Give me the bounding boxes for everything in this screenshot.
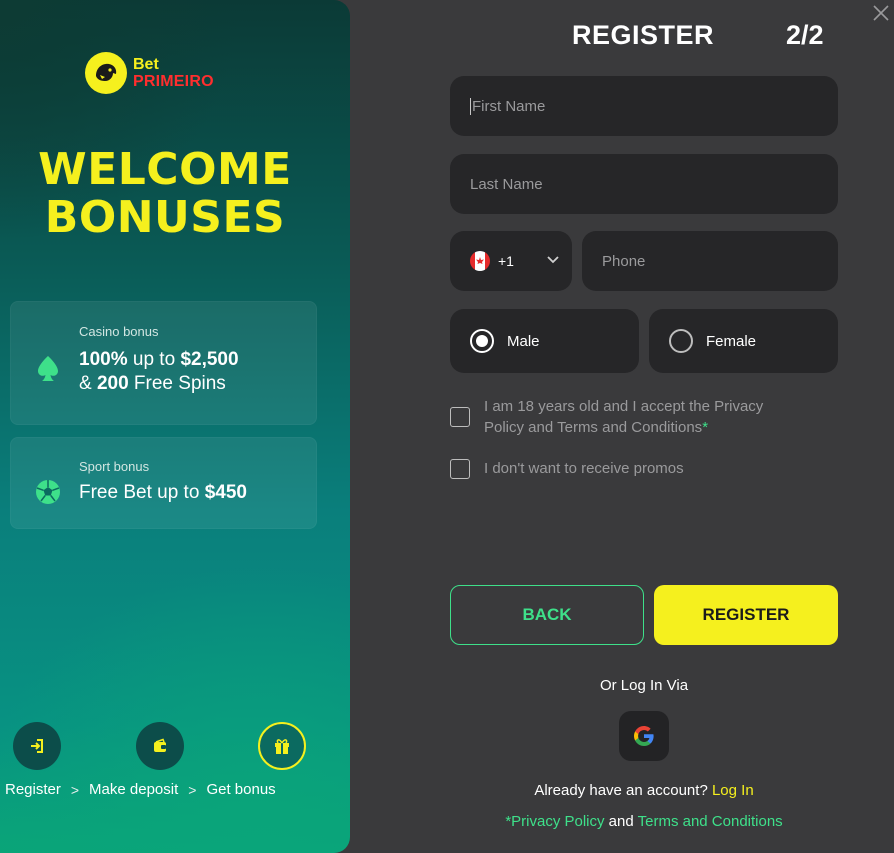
casino-bonus-percent: 100% xyxy=(79,349,128,370)
welcome-headline-line1: WELCOME xyxy=(38,144,292,195)
casino-bonus-offer: 100% up to $2,500 & 200 Free Spins xyxy=(79,348,239,396)
terms-checkbox-row: I am 18 years old and I accept the Priva… xyxy=(450,396,800,438)
panther-logo-icon xyxy=(85,52,127,94)
sport-bonus-caption: Sport bonus xyxy=(79,459,150,474)
promos-checkbox[interactable] xyxy=(450,459,470,479)
casino-bonus-card: Casino bonus 100% up to $2,500 & 200 Fre… xyxy=(10,301,317,425)
login-link[interactable]: Log In xyxy=(712,782,754,799)
casino-bonus-amount: $2,500 xyxy=(180,349,239,370)
terms-checkbox[interactable] xyxy=(450,407,470,427)
phone-field[interactable]: Phone xyxy=(582,231,838,291)
casino-bonus-caption: Casino bonus xyxy=(79,324,159,339)
terms-label: I am 18 years old and I accept the Priva… xyxy=(484,396,800,438)
sport-bonus-prefix: Free Bet up to xyxy=(79,482,205,503)
gender-female-option[interactable]: Female xyxy=(649,309,838,373)
welcome-headline-line2: BONUSES xyxy=(44,192,286,243)
form-step-indicator: 2/2 xyxy=(786,20,824,50)
required-mark: * xyxy=(702,419,709,436)
logo-bet-text: Bet xyxy=(133,56,159,73)
promo-panel: Bet PRIMEIRO WELCOME BONUSES Casino bonu… xyxy=(0,0,350,853)
country-code-select[interactable]: +1 xyxy=(450,231,572,291)
step-label-register: Register xyxy=(5,781,61,798)
step-separator: > xyxy=(70,781,80,798)
casino-bonus-spins-count: 200 xyxy=(96,373,129,394)
gender-male-label: Male xyxy=(507,332,540,350)
legal-links: *Privacy Policy and Terms and Conditions xyxy=(450,813,838,830)
step-label-bonus: Get bonus xyxy=(206,781,276,798)
sport-bonus-offer: Free Bet up to $450 xyxy=(79,481,247,505)
soccer-ball-icon xyxy=(35,479,61,510)
sport-bonus-card: Sport bonus Free Bet up to $450 xyxy=(10,437,317,529)
or-login-via-text: Or Log In Via xyxy=(599,677,689,694)
casino-bonus-spins-label: Free Spins xyxy=(128,373,226,394)
google-login-button[interactable] xyxy=(619,711,669,761)
legal-and-text: and xyxy=(604,813,638,830)
gender-male-option[interactable]: Male xyxy=(450,309,639,373)
casino-bonus-and: & xyxy=(79,373,97,394)
terms-conditions-link[interactable]: Terms and Conditions xyxy=(638,813,783,830)
gift-icon xyxy=(258,722,306,770)
back-button[interactable]: BACK xyxy=(450,585,644,645)
text-cursor xyxy=(470,97,471,115)
promos-checkbox-row: I don't want to receive promos xyxy=(450,458,684,479)
chevron-down-icon[interactable] xyxy=(546,253,560,270)
step-label-deposit: Make deposit xyxy=(89,781,179,798)
last-name-field[interactable]: Last Name xyxy=(450,154,838,214)
spade-icon xyxy=(35,354,61,387)
last-name-placeholder: Last Name xyxy=(470,175,543,193)
close-icon[interactable] xyxy=(870,2,892,29)
phone-placeholder: Phone xyxy=(602,252,646,270)
brand-logo[interactable]: Bet PRIMEIRO xyxy=(85,52,214,94)
canada-flag-icon xyxy=(470,251,490,271)
register-button[interactable]: REGISTER xyxy=(654,585,838,645)
country-code-value: +1 xyxy=(498,253,514,269)
privacy-policy-link[interactable]: *Privacy Policy xyxy=(505,813,604,830)
gender-female-label: Female xyxy=(706,332,757,350)
wallet-icon xyxy=(136,722,184,770)
google-icon xyxy=(634,726,654,746)
radio-unselected-icon[interactable] xyxy=(669,329,693,353)
login-icon xyxy=(13,722,61,770)
logo-primeiro-text: PRIMEIRO xyxy=(133,73,214,90)
first-name-field[interactable]: First Name xyxy=(450,76,838,136)
bonus-steps xyxy=(0,722,350,772)
casino-bonus-upto: up to xyxy=(127,349,181,370)
first-name-placeholder: First Name xyxy=(472,97,546,115)
already-account-text: Already have an account? Log In xyxy=(450,782,838,799)
sport-bonus-amount: $450 xyxy=(204,482,247,503)
radio-selected-icon[interactable] xyxy=(470,329,494,353)
already-account-label: Already have an account? xyxy=(534,782,712,799)
promos-text: I don't want to receive promos xyxy=(484,460,684,477)
welcome-headline: WELCOME BONUSES xyxy=(0,146,330,242)
form-title: REGISTER xyxy=(572,20,715,50)
step-separator: > xyxy=(188,781,197,798)
bonus-steps-labels: Register > Make deposit > Get bonus xyxy=(5,781,276,798)
terms-text: I am 18 years old and I accept the Priva… xyxy=(484,398,764,436)
